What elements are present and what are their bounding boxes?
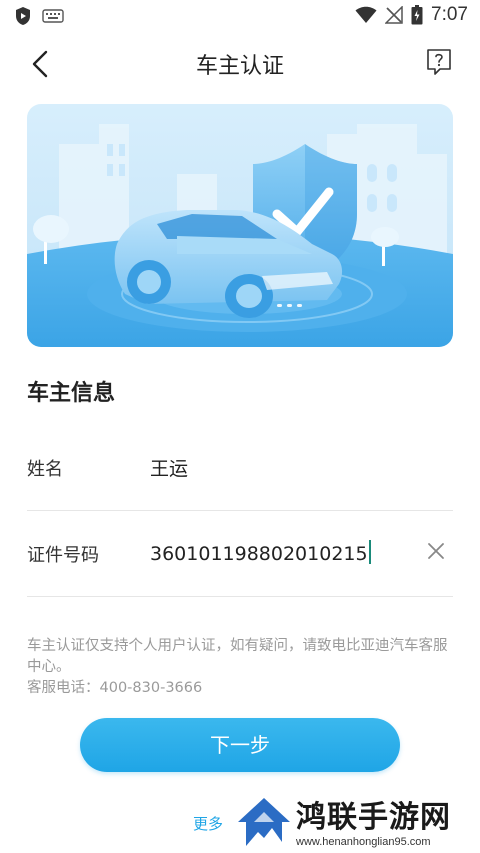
text-cursor	[368, 540, 371, 564]
battery-icon	[411, 5, 423, 25]
certification-notice: 车主认证仅支持个人用户认证，如有疑问，请致电比亚迪汽车客服中心。 客服电话：40…	[27, 636, 453, 699]
id-number-input[interactable]: 360101198802010215	[150, 540, 410, 565]
header: 车主认证	[0, 32, 480, 92]
id-number-text: 360101198802010215	[150, 543, 368, 565]
site-watermark: 鸿联手游网 www.henanhonglian95.com	[232, 790, 480, 853]
keyboard-icon	[42, 9, 64, 23]
shield-play-icon	[16, 7, 30, 25]
car-owner-banner	[27, 104, 453, 347]
house-logo-icon	[238, 798, 290, 846]
name-row: 姓名 王运	[27, 424, 453, 511]
next-step-button[interactable]: 下一步	[80, 718, 400, 772]
clear-input-button[interactable]	[425, 540, 447, 562]
section-title-owner-info: 车主信息	[27, 381, 116, 406]
help-button[interactable]	[426, 48, 456, 78]
clock: 7:07	[431, 4, 468, 25]
page-title: 车主认证	[195, 54, 284, 79]
name-label: 姓名	[27, 459, 63, 480]
id-number-label: 证件号码	[27, 545, 99, 566]
wifi-icon	[355, 6, 377, 23]
status-bar: 7:07	[0, 0, 480, 32]
id-number-row: 证件号码 360101198802010215	[27, 510, 453, 597]
watermark-title: 鸿联手游网	[296, 800, 451, 835]
more-link[interactable]: 更多	[193, 813, 223, 834]
no-signal-icon	[385, 6, 403, 24]
service-phone: 客服电话：400-830-3666	[27, 680, 203, 696]
help-icon	[427, 49, 451, 75]
watermark-url: www.henanhonglian95.com	[296, 836, 431, 848]
notice-text: 车主认证仅支持个人用户认证，如有疑问，请致电比亚迪汽车客服中心。	[27, 638, 448, 675]
name-value: 王运	[150, 458, 189, 480]
close-icon	[428, 543, 444, 559]
car-shield-illustration	[27, 104, 453, 347]
